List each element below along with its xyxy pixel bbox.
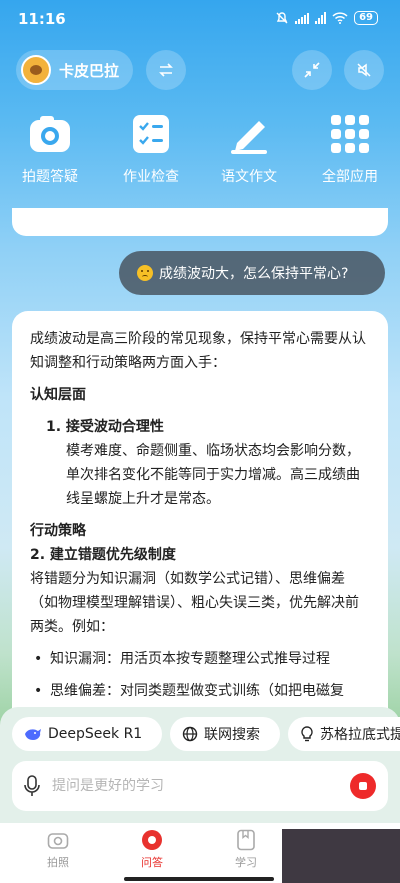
quick-apps: 拍题答疑 作业检查 语文作文 全部应用: [0, 112, 400, 192]
speaker-muted-icon: [357, 63, 371, 77]
app-label: 作业检查: [123, 169, 179, 185]
socratic-question-chip[interactable]: 苏格拉底式提问: [288, 717, 400, 751]
status-icons: 69: [275, 11, 378, 25]
battery-icon: 69: [354, 11, 378, 25]
header: 卡皮巴拉: [16, 50, 384, 90]
list-item: 知识漏洞：用活页本按专题整理公式推导过程: [30, 647, 370, 671]
minimize-button[interactable]: [292, 50, 332, 90]
home-indicator: [124, 877, 274, 881]
globe-icon: [182, 726, 198, 742]
status-bar: 11:16 69: [0, 0, 400, 40]
book-icon: [235, 829, 257, 851]
stop-icon: [359, 782, 367, 790]
pen-icon: [227, 112, 271, 156]
answer-section-action: 行动策略: [30, 523, 86, 539]
stop-generation-button[interactable]: [350, 773, 376, 799]
nav-tab-study[interactable]: 学习: [216, 829, 276, 870]
grid-icon: [328, 112, 372, 156]
answer-section-cognition: 认知层面: [30, 387, 86, 403]
app-label: 语文作文: [221, 169, 277, 185]
worried-face-icon: [137, 265, 153, 281]
user-profile-chip[interactable]: 卡皮巴拉: [16, 50, 134, 90]
deepseek-whale-icon: [25, 729, 41, 740]
input-panel: DeepSeek R1 联网搜索 苏格拉底式提问: [0, 707, 400, 823]
answer-item-2-title: 2. 建立错题优先级制度: [30, 547, 176, 563]
nav-label: 问答: [141, 856, 163, 869]
answer-intro: 成绩波动是高三阶段的常见现象，保持平常心需要从认知调整和行动策略两方面入手：: [30, 331, 366, 371]
camera-icon: [28, 112, 72, 156]
username: 卡皮巴拉: [59, 61, 120, 80]
answer-item-2-body: 将错题分为知识漏洞（如数学公式记错）、思维偏差（如物理模型理解错误）、粗心失误三…: [30, 571, 359, 635]
deepseek-r1-chip[interactable]: DeepSeek R1: [12, 717, 162, 751]
camera-outline-icon: [47, 829, 69, 851]
app-label: 拍题答疑: [22, 169, 78, 185]
question-input[interactable]: [52, 778, 350, 794]
status-time: 11:16: [18, 10, 66, 28]
web-search-chip[interactable]: 联网搜索: [170, 717, 280, 751]
microphone-icon[interactable]: [24, 775, 40, 797]
user-question-bubble[interactable]: 成绩波动大，怎么保持平常心?: [119, 251, 385, 295]
checklist-icon: [129, 112, 173, 156]
signal-icon-2: [315, 12, 327, 24]
wifi-icon: [332, 12, 348, 24]
question-input-bar: [12, 761, 388, 811]
app-label: 全部应用: [322, 169, 378, 185]
previous-message-card: [12, 208, 388, 236]
nav-label: 学习: [235, 856, 257, 869]
question-text: 成绩波动大，怎么保持平常心?: [159, 266, 349, 282]
answer-item-1-title: 1. 接受波动合理性: [46, 419, 164, 435]
answer-item-1-body: 模考难度、命题侧重、临场状态均会影响分数，单次排名变化不能等同于实力增减。高三成…: [66, 443, 360, 507]
mode-chips: DeepSeek R1 联网搜索 苏格拉底式提问: [12, 717, 400, 751]
app-photo-answer[interactable]: 拍题答疑: [10, 112, 90, 186]
answer-bullet-list: 知识漏洞：用活页本按专题整理公式推导过程 思维偏差：对同类题型做变式训练（如把电…: [30, 647, 370, 703]
signal-icon: [295, 12, 310, 24]
chip-label: DeepSeek R1: [48, 726, 143, 742]
collapse-icon: [304, 62, 320, 78]
avatar: [21, 55, 51, 85]
chat-bubble-icon: [141, 829, 163, 851]
nav-label: 拍照: [47, 856, 69, 869]
mute-button[interactable]: [344, 50, 384, 90]
swap-arrows-icon: [159, 63, 173, 77]
nav-tab-photo[interactable]: 拍照: [28, 829, 88, 870]
chip-label: 联网搜索: [204, 727, 260, 743]
app-chinese-essay[interactable]: 语文作文: [209, 112, 289, 186]
list-item: 思维偏差：对同类题型做变式训练（如把电磁复: [30, 679, 370, 703]
app-all-apps[interactable]: 全部应用: [310, 112, 390, 186]
ai-answer-card: 成绩波动是高三阶段的常见现象，保持平常心需要从认知调整和行动策略两方面入手： 认…: [12, 311, 388, 731]
switch-button[interactable]: [146, 50, 186, 90]
dark-corner-overlay: [282, 829, 400, 883]
mute-bell-icon: [276, 12, 288, 24]
bulb-icon: [301, 726, 313, 742]
app-homework-check[interactable]: 作业检查: [111, 112, 191, 186]
chip-label: 苏格拉底式提问: [320, 727, 400, 743]
nav-tab-qa[interactable]: 问答: [122, 829, 182, 870]
